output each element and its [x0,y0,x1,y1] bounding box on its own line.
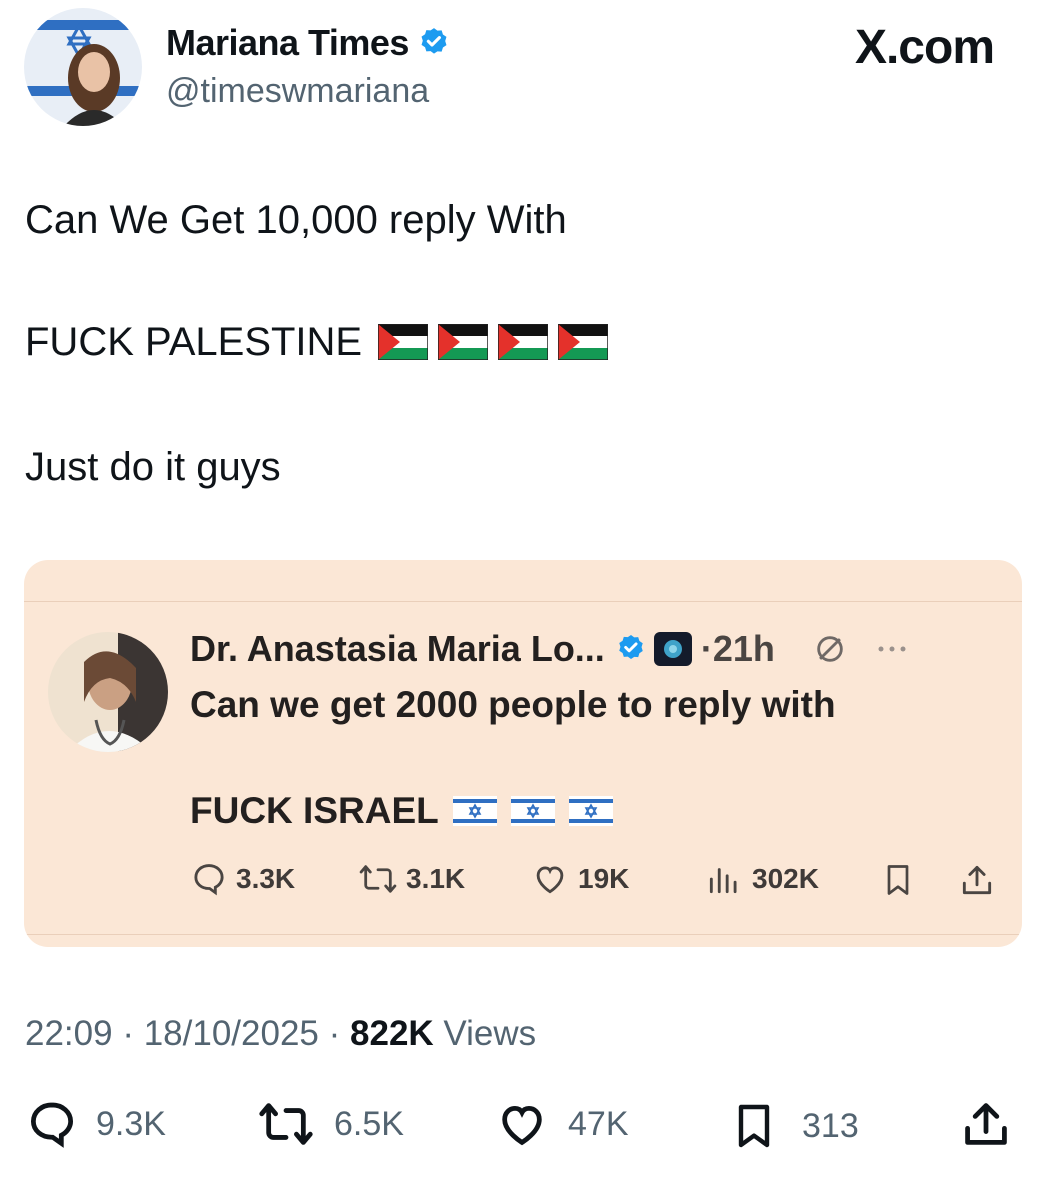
palestine-flag-icon [558,324,609,360]
israel-flag-icon [510,796,555,826]
quoted-text-line-1: Can we get 2000 people to reply with [190,684,836,725]
author-name-text[interactable]: Mariana Times [166,22,409,64]
grok-icon [813,632,847,666]
quoted-time: ·21h [700,628,775,669]
quoted-views-count: 302K [752,863,819,894]
israel-flag-icon [452,796,497,826]
reply-icon [194,864,224,896]
repost-button[interactable]: 6.5K [256,1098,404,1150]
divider [24,934,1022,935]
separator: · [122,1014,144,1053]
bookmark-icon [738,1104,770,1148]
separator: · [328,1014,351,1053]
bookmark-icon [887,865,909,895]
author-avatar[interactable] [24,8,142,126]
repost-count: 6.5K [334,1104,404,1143]
quoted-text-line-2-text: FUCK ISRAEL [190,790,439,831]
reply-count: 9.3K [96,1104,166,1143]
tweet-action-bar: 9.3K 6.5K 47K 313 [0,1098,1046,1150]
brand-label: X.com [854,21,995,74]
palestine-flag-icon [378,324,429,360]
verified-badge-icon [615,633,647,665]
views-icon [709,868,737,894]
share-icon [962,865,992,895]
quoted-views: 302K [704,860,819,898]
bookmark-count: 313 [802,1106,859,1145]
repost-icon [259,1103,313,1145]
heart-icon [536,866,564,894]
divider [24,601,1022,602]
repost-icon [359,865,397,893]
embedded-screenshot[interactable]: Dr. Anastasia Maria Lo... ·21h Can we ge… [24,560,1022,947]
affiliate-badge-icon [653,631,693,667]
views-label: Views [443,1014,537,1053]
quoted-reposts: 3.1K [358,860,465,898]
share-icon [965,1103,1007,1145]
israel-flag-icon [568,796,613,826]
tweet-text-line-1: Can We Get 10,000 reply With [25,198,567,242]
verified-badge-icon [417,26,451,60]
views-count: 822K [350,1014,434,1053]
more-options-icon [877,644,907,654]
like-count: 47K [568,1104,629,1143]
reply-button[interactable]: 9.3K [26,1098,166,1150]
tweet-text-line-2: FUCK PALESTINE [25,318,609,366]
quoted-replies: 3.3K [190,860,295,898]
quoted-reposts-count: 3.1K [406,863,466,894]
palestine-flags [378,324,609,360]
like-button[interactable]: 47K [494,1098,629,1150]
palestine-flag-icon [498,324,549,360]
quoted-share [958,860,1004,900]
tweet-time[interactable]: 22:09 [25,1014,113,1053]
tweet-date[interactable]: 18/10/2025 [144,1014,319,1053]
quoted-action-bar: 3.3K 3.1K 19K 302K [190,860,1000,900]
quoted-author-avatar [48,632,168,752]
heart-icon [502,1106,542,1146]
quoted-author-name: Dr. Anastasia Maria Lo... [190,628,605,669]
tweet-text-line-3: Just do it guys [25,445,281,489]
tweet-text-line-2-text: FUCK PALESTINE [25,320,363,364]
tweet-meta: 22:09 · 18/10/2025 · 822K Views [25,1014,536,1054]
quoted-bookmark [880,860,924,900]
palestine-flag-icon [438,324,489,360]
quoted-time-text: 21h [712,628,775,669]
quoted-likes: 19K [530,860,629,898]
quoted-likes-count: 19K [578,863,630,894]
bookmark-button[interactable]: 313 [730,1098,859,1154]
author-handle[interactable]: @timeswmariana [166,72,429,111]
quoted-text-line-2: FUCK ISRAEL [190,790,613,832]
reply-icon [30,1102,74,1148]
quoted-header: Dr. Anastasia Maria Lo... ·21h [190,628,907,670]
share-button[interactable] [960,1098,1030,1150]
author-name[interactable]: Mariana Times [166,22,451,64]
quoted-replies-count: 3.3K [236,863,296,894]
